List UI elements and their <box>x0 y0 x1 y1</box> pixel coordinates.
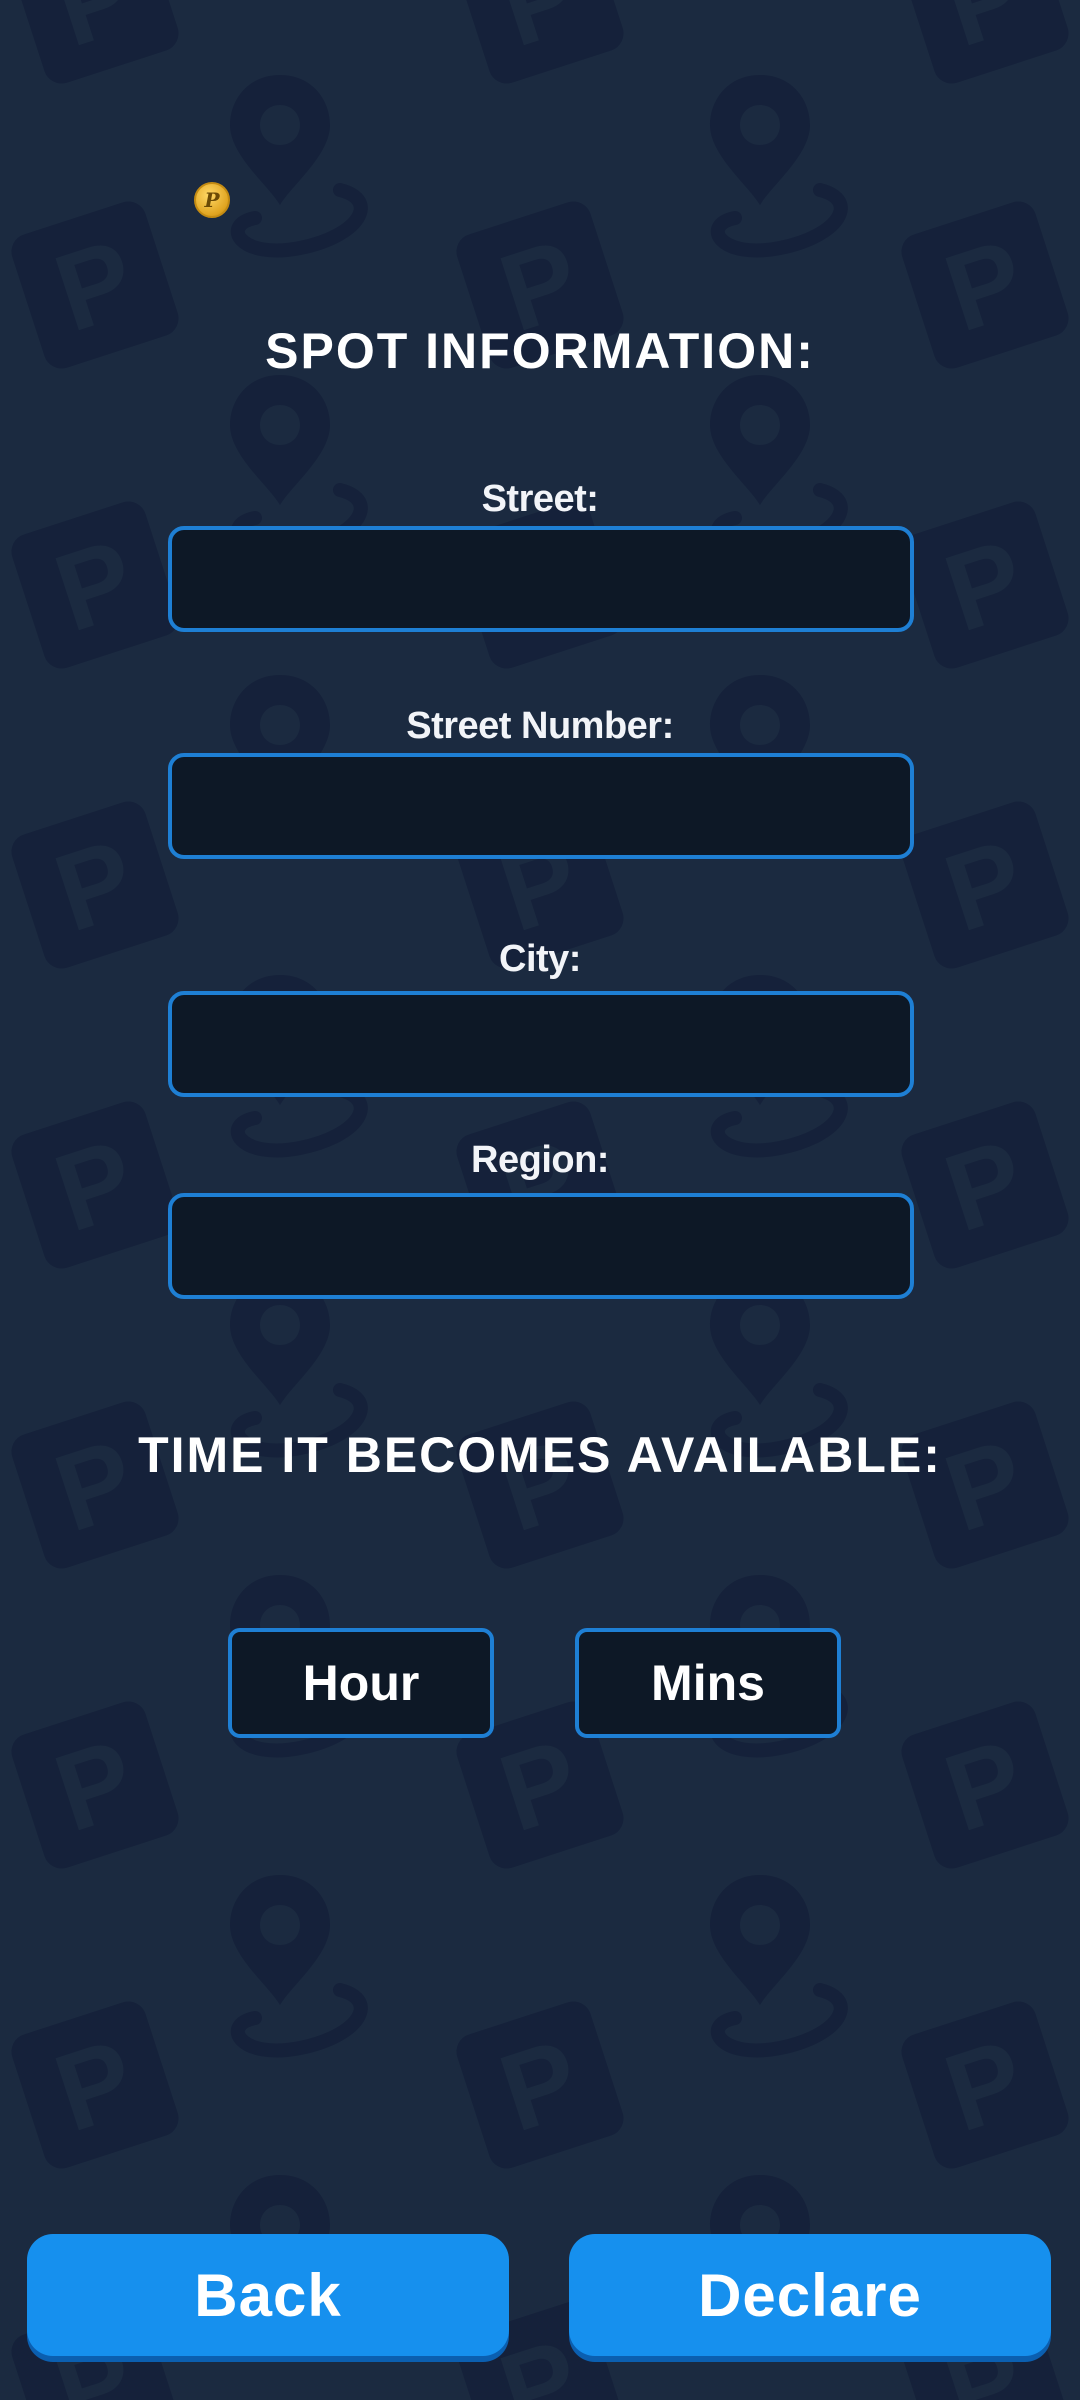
back-button[interactable]: Back <box>27 2234 509 2356</box>
region-label: Region: <box>471 1139 609 1181</box>
city-label: City: <box>499 938 581 980</box>
time-available-title: TIME IT BECOMES AVAILABLE: <box>138 1427 942 1483</box>
street-number-input[interactable] <box>168 753 914 859</box>
mins-picker-label: Mins <box>651 1655 765 1711</box>
coin-glyph: P <box>204 188 220 212</box>
street-label: Street: <box>481 478 599 520</box>
declare-button[interactable]: Declare <box>569 2234 1051 2356</box>
street-number-label: Street Number: <box>406 705 674 747</box>
coin-icon: P <box>194 182 230 218</box>
spot-information-title: SPOT INFORMATION: <box>265 323 815 379</box>
declare-spot-screen: P SPOT INFORMATION: Street: Street Numbe… <box>0 0 1080 2400</box>
city-input[interactable] <box>168 991 914 1097</box>
street-input[interactable] <box>168 526 914 632</box>
region-input[interactable] <box>168 1193 914 1299</box>
hour-picker[interactable]: Hour <box>228 1628 494 1738</box>
hour-picker-label: Hour <box>302 1655 420 1711</box>
mins-picker[interactable]: Mins <box>575 1628 841 1738</box>
